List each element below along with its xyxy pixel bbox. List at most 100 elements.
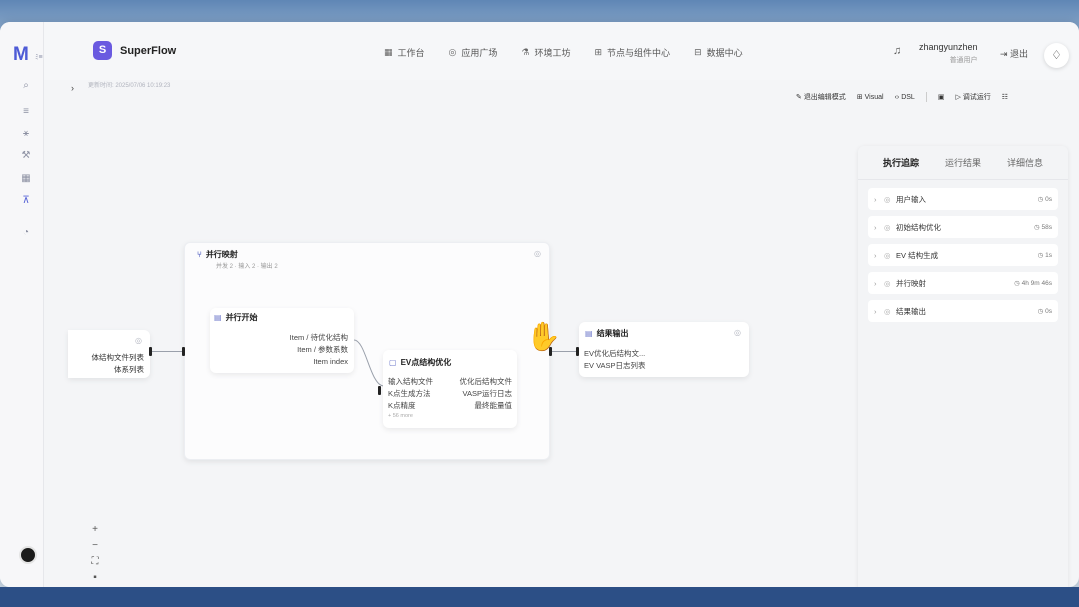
- trace-time: ◷ 4h 9m 46s: [1014, 280, 1052, 287]
- trace-list: › ◎ 用户输入 ◷ 0s › ◎ 初始结构优化 ◷ 58s › ◎ EV 结构…: [868, 188, 1058, 322]
- node-row: K点精度 最终能量值: [388, 400, 512, 412]
- left-rail: M ﾐ≡ ⌕ ≡ ⚹ ⚒ ▦ ⊼ ◔: [0, 22, 44, 587]
- brand-badge: S: [93, 41, 112, 60]
- tab-results[interactable]: 运行结果: [945, 156, 981, 179]
- lock-icon[interactable]: ▪: [85, 570, 105, 586]
- node-row: 输入结构文件 优化后结构文件: [388, 376, 512, 388]
- edge: [152, 351, 182, 352]
- history-icon[interactable]: ◔: [20, 227, 32, 239]
- nav-label: 工作台: [397, 48, 425, 58]
- top-header: S SuperFlow ▦ 工作台 ◎ 应用广场 ⚗ 环境工坊 ⊞ 节点与组件中…: [44, 22, 1079, 80]
- nodes-icon: ⊞: [594, 47, 603, 57]
- check-circle-icon: ◎: [884, 222, 891, 232]
- trace-time-value: 0s: [1045, 196, 1052, 203]
- nav-item-data-center[interactable]: ⊟ 数据中心: [694, 46, 743, 59]
- trace-time: ◷ 1s: [1037, 252, 1052, 259]
- node-row: 体系列表: [114, 365, 144, 374]
- bell-icon[interactable]: ♢: [1044, 43, 1069, 68]
- trace-label: EV 结构生成: [896, 250, 939, 260]
- avatar[interactable]: [19, 546, 37, 564]
- trace-time-value: 58s: [1041, 224, 1052, 231]
- grid-icon[interactable]: ▦: [20, 173, 32, 185]
- nav-item-app-square[interactable]: ◎ 应用广场: [449, 46, 498, 59]
- node-meta: 并发 2 · 输入 2 · 输出 2: [216, 264, 278, 270]
- flow-canvas[interactable]: ◎ 体结构文件列表 体系列表 ⑂ 并行映射 并发 2 · 输入 2 · 输出 2…: [44, 110, 849, 587]
- dsl-button[interactable]: ‹› DSL: [895, 94, 915, 101]
- tool-icon[interactable]: ⚒: [20, 150, 32, 162]
- zoom-controls: + − ⛶ ▪: [85, 522, 105, 586]
- nav-item-workbench[interactable]: ▦ 工作台: [384, 46, 425, 59]
- node-handle[interactable]: [182, 347, 185, 356]
- node-parallel-start[interactable]: ▤ 并行开始 Item / 待优化结构 Item / 参数系数 Item ind…: [210, 308, 354, 373]
- database-icon: ⊟: [694, 47, 702, 57]
- node-row: 体结构文件列表: [91, 353, 145, 362]
- row-left: K点生成方法: [388, 389, 431, 398]
- trace-item[interactable]: › ◎ 初始结构优化 ◷ 58s: [868, 216, 1058, 238]
- more-fields[interactable]: + 56 more: [388, 413, 512, 419]
- chevron-right-icon: ›: [874, 250, 877, 260]
- trace-item[interactable]: › ◎ 结果输出 ◷ 0s: [868, 300, 1058, 322]
- share-icon[interactable]: ⚹: [20, 128, 32, 140]
- row-right: 优化后结构文件: [459, 377, 513, 386]
- node-ev-optimize[interactable]: ▢ EV点结构优化 输入结构文件 优化后结构文件 K点生成方法 VASP运行日志 K…: [383, 350, 517, 428]
- taskbar: [0, 587, 1079, 607]
- node-row: EV优化后结构文...: [584, 349, 646, 358]
- app-window: M ﾐ≡ ⌕ ≡ ⚹ ⚒ ▦ ⊼ ◔ S SuperFlow ▦ 工作台 ◎ 应…: [0, 22, 1079, 587]
- trace-item[interactable]: › ◎ 并行映射 ◷ 4h 9m 46s: [868, 272, 1058, 294]
- node-title-text: 结果输出: [596, 329, 629, 338]
- row-left: 输入结构文件: [388, 377, 433, 386]
- logout-button[interactable]: ⇥ 退出: [1000, 47, 1028, 60]
- trace-item[interactable]: › ◎ 用户输入 ◷ 0s: [868, 188, 1058, 210]
- brand[interactable]: S SuperFlow: [93, 41, 176, 60]
- node-row: Item / 待优化结构: [289, 333, 348, 342]
- trace-item[interactable]: › ◎ EV 结构生成 ◷ 1s: [868, 244, 1058, 266]
- canvas-toolbar: ✎ 退出编辑模式 ⊞ Visual ‹› DSL ▣ ▷ 调试运行 ☷: [788, 86, 1068, 108]
- nav-label: 环境工坊: [534, 48, 571, 58]
- zoom-in-button[interactable]: +: [85, 522, 105, 538]
- node-title-text: EV点结构优化: [400, 358, 452, 367]
- menu-toggle-icon[interactable]: ﾐ≡: [35, 52, 43, 62]
- trace-time-value: 1s: [1045, 252, 1052, 259]
- chevron-right-icon[interactable]: ›: [71, 83, 74, 93]
- edit-mode-button[interactable]: ✎ 退出编辑模式: [796, 92, 846, 102]
- fit-view-icon[interactable]: ⛶: [85, 554, 105, 570]
- node-row: K点生成方法 VASP运行日志: [388, 388, 512, 400]
- search-icon[interactable]: ⌕: [20, 80, 32, 92]
- row-right: VASP运行日志: [462, 389, 512, 398]
- user-role: 普通用户: [949, 57, 978, 64]
- flow-icon[interactable]: ⊼: [20, 195, 32, 207]
- node-input[interactable]: ◎ 体结构文件列表 体系列表: [68, 330, 150, 378]
- right-panel: 执行追踪 运行结果 详细信息 › ◎ 用户输入 ◷ 0s › ◎ 初始结构优化 …: [858, 146, 1068, 587]
- branch-icon: ⑂: [197, 250, 202, 259]
- trace-label: 初始结构优化: [896, 222, 941, 232]
- node-row: EV VASP日志列表: [584, 361, 646, 370]
- nav-item-env-workshop[interactable]: ⚗ 环境工坊: [521, 46, 570, 59]
- trace-time-value: 0s: [1045, 308, 1052, 315]
- node-output[interactable]: ▤ 结果输出 ◎ EV优化后结构文... EV VASP日志列表: [579, 322, 749, 377]
- settings-icon[interactable]: ☷: [1002, 93, 1008, 101]
- debug-run-button[interactable]: ▷ 调试运行: [955, 92, 990, 102]
- trace-time-value: 4h 9m 46s: [1021, 280, 1052, 287]
- cube-icon: ▢: [389, 358, 397, 367]
- database-icon[interactable]: ≡: [20, 106, 32, 118]
- node-title: ▢ EV点结构优化: [389, 357, 451, 368]
- row-right: 最终能量值: [474, 401, 513, 410]
- chevron-right-icon: ›: [874, 278, 877, 288]
- main-nav: ▦ 工作台 ◎ 应用广场 ⚗ 环境工坊 ⊞ 节点与组件中心 ⊟ 数据中心: [384, 46, 743, 59]
- nav-item-node-center[interactable]: ⊞ 节点与组件中心: [595, 46, 671, 59]
- trace-time: ◷ 58s: [1034, 224, 1052, 231]
- notification-icon[interactable]: ♫: [893, 45, 901, 57]
- tab-details[interactable]: 详细信息: [1007, 156, 1043, 179]
- nav-label: 应用广场: [461, 48, 498, 58]
- trace-label: 并行映射: [896, 278, 926, 288]
- user-info[interactable]: zhangyunzhen 普通用户: [919, 42, 978, 65]
- chevron-right-icon: ›: [874, 306, 877, 316]
- visual-button[interactable]: ⊞ Visual: [857, 93, 884, 101]
- chevron-right-icon: ›: [874, 222, 877, 232]
- panel-tabs: 执行追踪 运行结果 详细信息: [858, 146, 1068, 180]
- zoom-out-button[interactable]: −: [85, 538, 105, 554]
- save-icon[interactable]: ▣: [938, 93, 945, 101]
- tab-trace[interactable]: 执行追踪: [883, 156, 919, 179]
- node-handle[interactable]: [378, 386, 381, 395]
- logout-label: 退出: [1010, 49, 1029, 59]
